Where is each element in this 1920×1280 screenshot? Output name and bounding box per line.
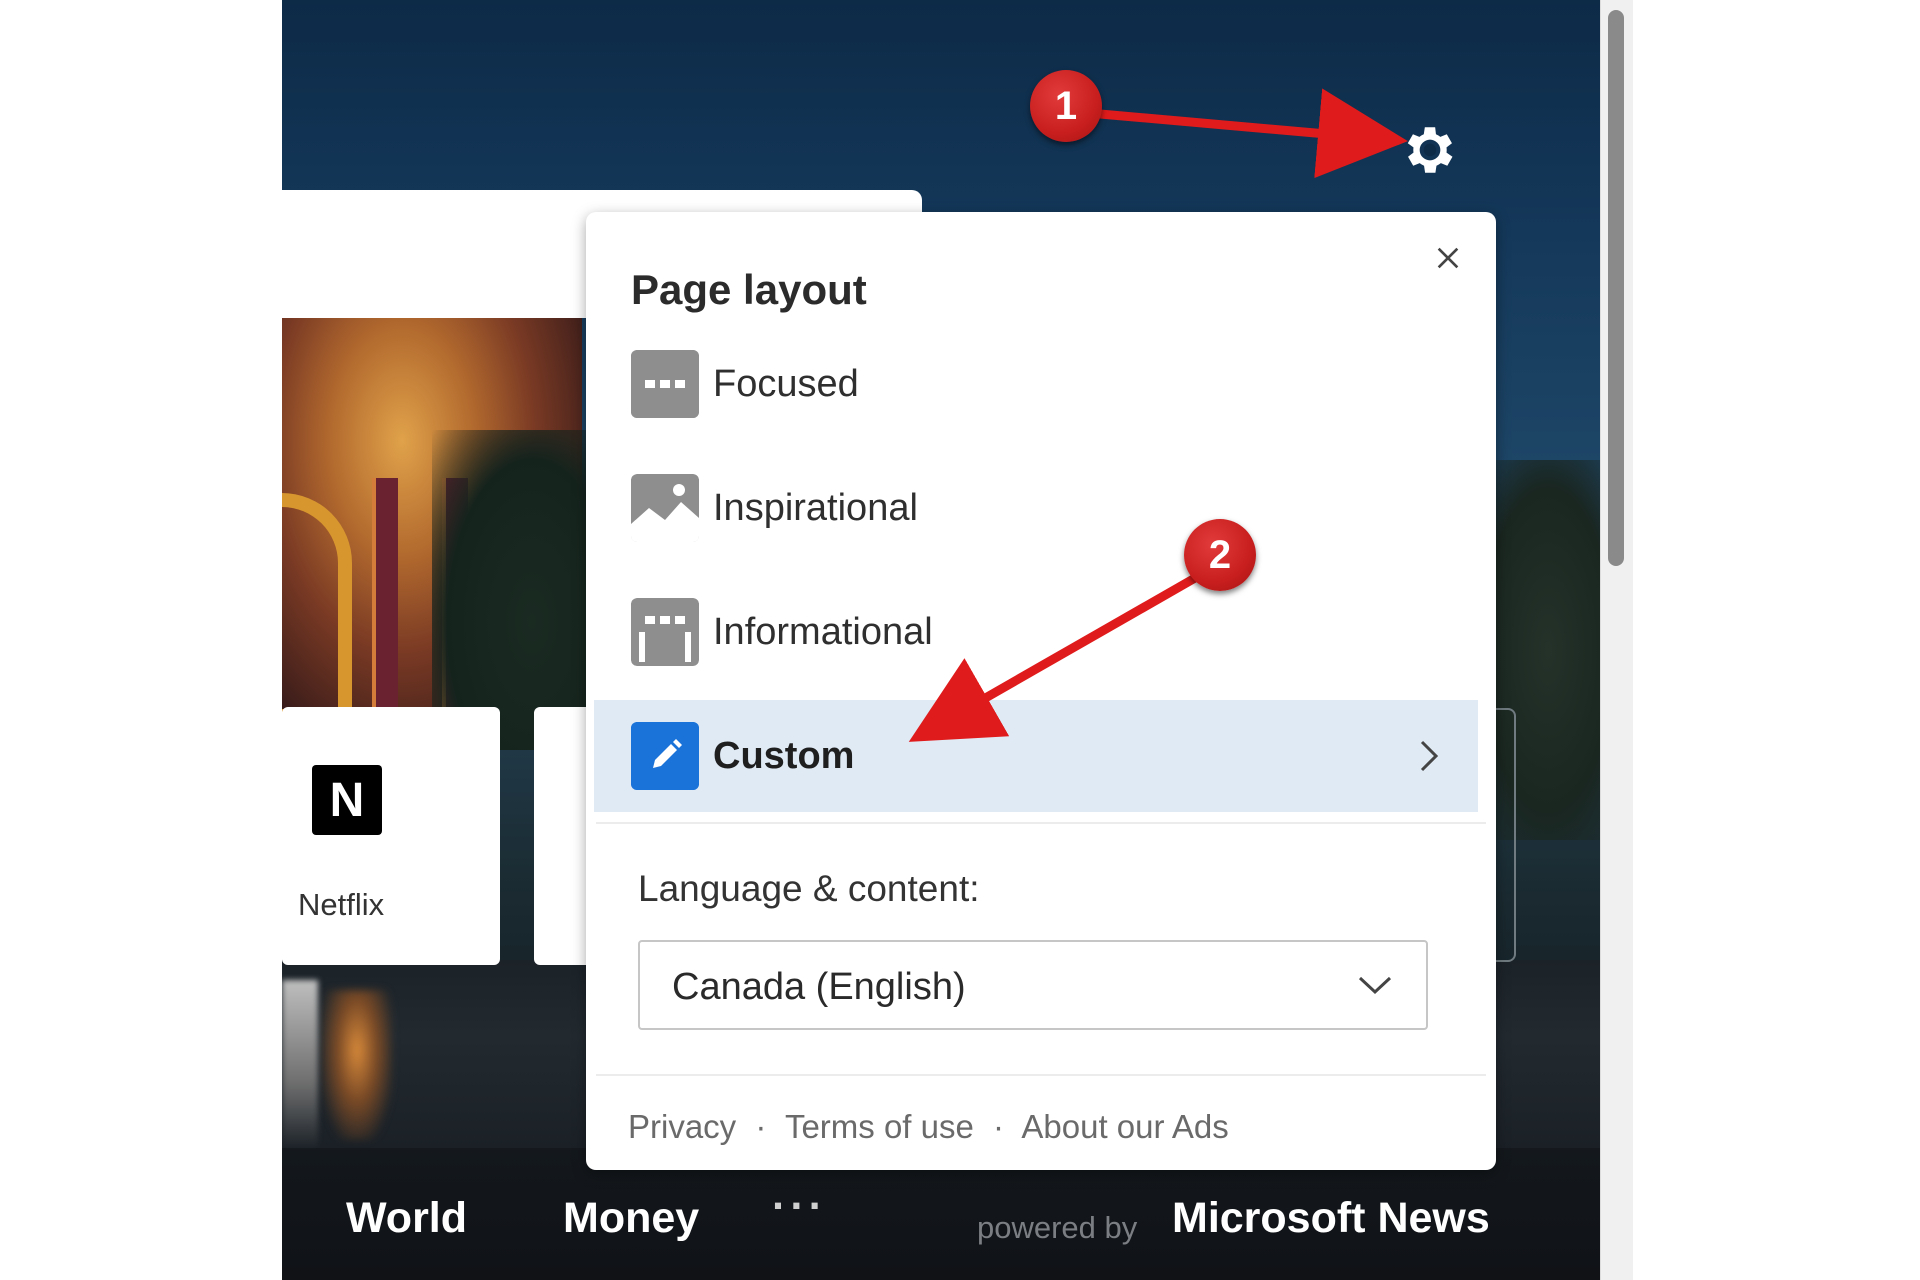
water-reflection xyxy=(322,990,392,1140)
divider xyxy=(596,1074,1486,1076)
layout-option-label: Focused xyxy=(713,362,859,405)
page-settings-panel: Page layout Focused Inspirational Inform… xyxy=(586,212,1496,1170)
chevron-down-icon xyxy=(1358,976,1392,995)
informational-layout-icon xyxy=(631,598,699,666)
netflix-logo-icon: N xyxy=(312,765,382,835)
language-label: Language & content: xyxy=(638,868,980,909)
nav-item-money[interactable]: Money xyxy=(563,1194,699,1243)
scrollbar-thumb[interactable] xyxy=(1608,10,1624,566)
layout-option-custom[interactable]: Custom xyxy=(594,700,1478,812)
quick-link-netflix[interactable]: N Netflix xyxy=(282,707,500,965)
chevron-right-icon xyxy=(1420,740,1439,772)
water-reflection xyxy=(282,980,318,1150)
language-select-value: Canada (English) xyxy=(672,966,966,1008)
building-pillar xyxy=(372,478,398,728)
microsoft-news-brand[interactable]: Microsoft News xyxy=(1172,1194,1490,1243)
gear-icon[interactable] xyxy=(1399,119,1461,181)
layout-option-label: Informational xyxy=(713,610,933,653)
annotation-badge-2: 2 xyxy=(1184,519,1256,591)
privacy-link[interactable]: Privacy xyxy=(628,1108,736,1145)
more-options-button[interactable]: ··· xyxy=(772,1182,827,1231)
close-icon[interactable] xyxy=(1432,242,1464,274)
layout-option-label: Custom xyxy=(713,734,855,777)
layout-option-label: Inspirational xyxy=(713,486,918,529)
panel-title: Page layout xyxy=(631,266,867,313)
terms-link[interactable]: Terms of use xyxy=(785,1108,974,1145)
annotation-badge-1: 1 xyxy=(1030,70,1102,142)
language-select[interactable]: Canada (English) xyxy=(638,940,1428,1030)
pencil-icon xyxy=(631,722,699,790)
scrollbar-track[interactable] xyxy=(1600,0,1633,1280)
layout-option-informational[interactable]: Informational xyxy=(596,576,1476,688)
focused-layout-icon xyxy=(631,350,699,418)
layout-option-focused[interactable]: Focused xyxy=(596,328,1476,440)
building-arch xyxy=(282,493,352,723)
footer-links: Privacy · Terms of use · About our Ads xyxy=(628,1108,1229,1146)
separator: · xyxy=(993,1108,1005,1145)
quick-link-label: Netflix xyxy=(298,887,385,922)
powered-by-text: powered by xyxy=(977,1210,1138,1245)
nav-item-world[interactable]: World xyxy=(346,1194,467,1243)
separator: · xyxy=(755,1108,767,1145)
about-ads-link[interactable]: About our Ads xyxy=(1021,1108,1228,1145)
inspirational-layout-icon xyxy=(631,474,699,542)
layout-option-inspirational[interactable]: Inspirational xyxy=(596,452,1476,564)
divider xyxy=(596,822,1486,824)
browser-viewport: N Netflix World Money ··· powered by Mic… xyxy=(282,0,1633,1280)
